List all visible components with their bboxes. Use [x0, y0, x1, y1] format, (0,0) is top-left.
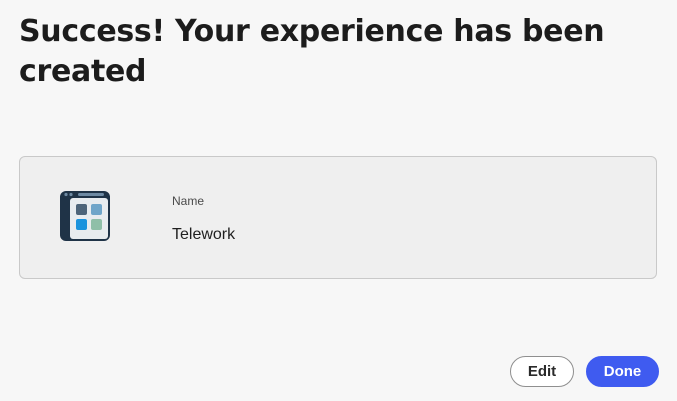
- name-field-value: Telework: [172, 226, 236, 243]
- done-button[interactable]: Done: [586, 356, 659, 387]
- grid-layout-app-icon: [60, 191, 110, 241]
- experience-summary-card: Name Telework: [19, 156, 657, 279]
- name-field-label: Name: [172, 194, 205, 208]
- edit-button[interactable]: Edit: [510, 356, 574, 387]
- page-title: Success! Your experience has been create…: [19, 14, 605, 89]
